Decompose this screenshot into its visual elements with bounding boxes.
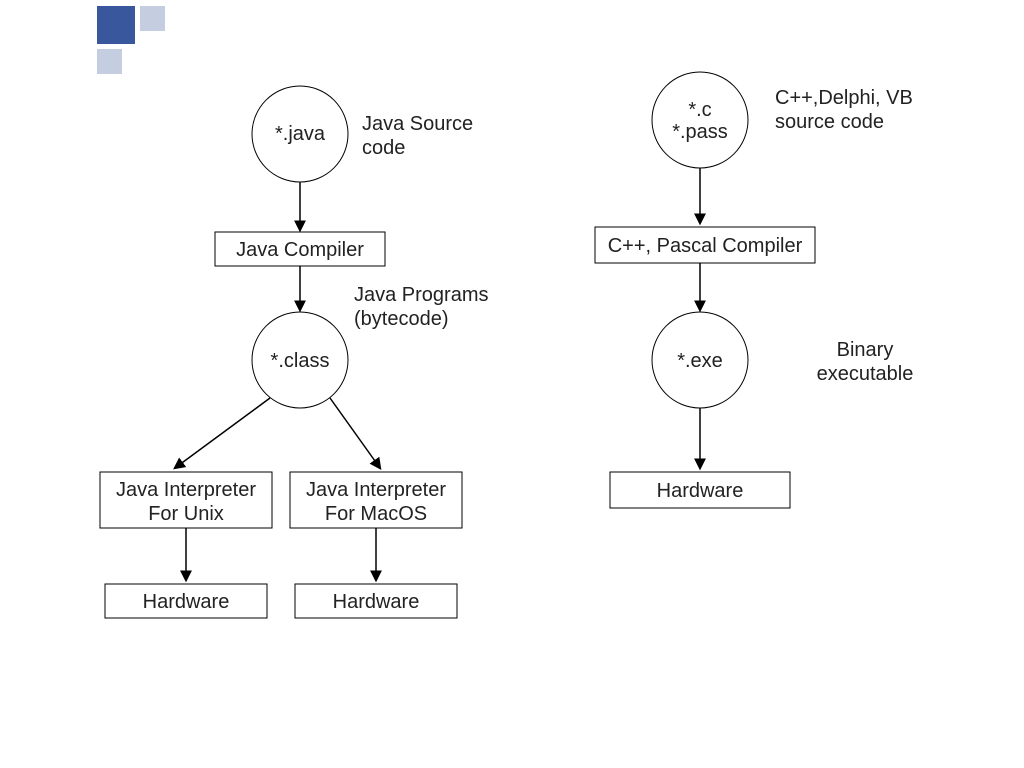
node-hardware-native: Hardware (610, 479, 790, 503)
node-cpp-pascal-compiler: C++, Pascal Compiler (595, 234, 815, 258)
node-interpreter-macos: Java Interpreter For MacOS (290, 478, 462, 526)
label-java-source-desc: Java Source code (362, 112, 522, 160)
slide: *.java Java Source code Java Compiler *.… (0, 0, 1024, 768)
node-exe-binary: *.exe (652, 349, 748, 373)
node-hardware-unix: Hardware (105, 590, 267, 614)
label-bytecode-desc: Java Programs (bytecode) (354, 283, 534, 331)
node-java-compiler: Java Compiler (215, 238, 385, 262)
label-c-source-desc: C++,Delphi, VB source code (775, 86, 975, 134)
label-binary-desc: Binary executable (785, 338, 945, 386)
node-c-source-line2: *.pass (652, 120, 748, 144)
node-class-bytecode: *.class (252, 349, 348, 373)
node-java-source: *.java (252, 122, 348, 146)
node-c-source-line1: *.c (652, 98, 748, 122)
node-interpreter-unix: Java Interpreter For Unix (100, 478, 272, 526)
node-hardware-macos: Hardware (295, 590, 457, 614)
